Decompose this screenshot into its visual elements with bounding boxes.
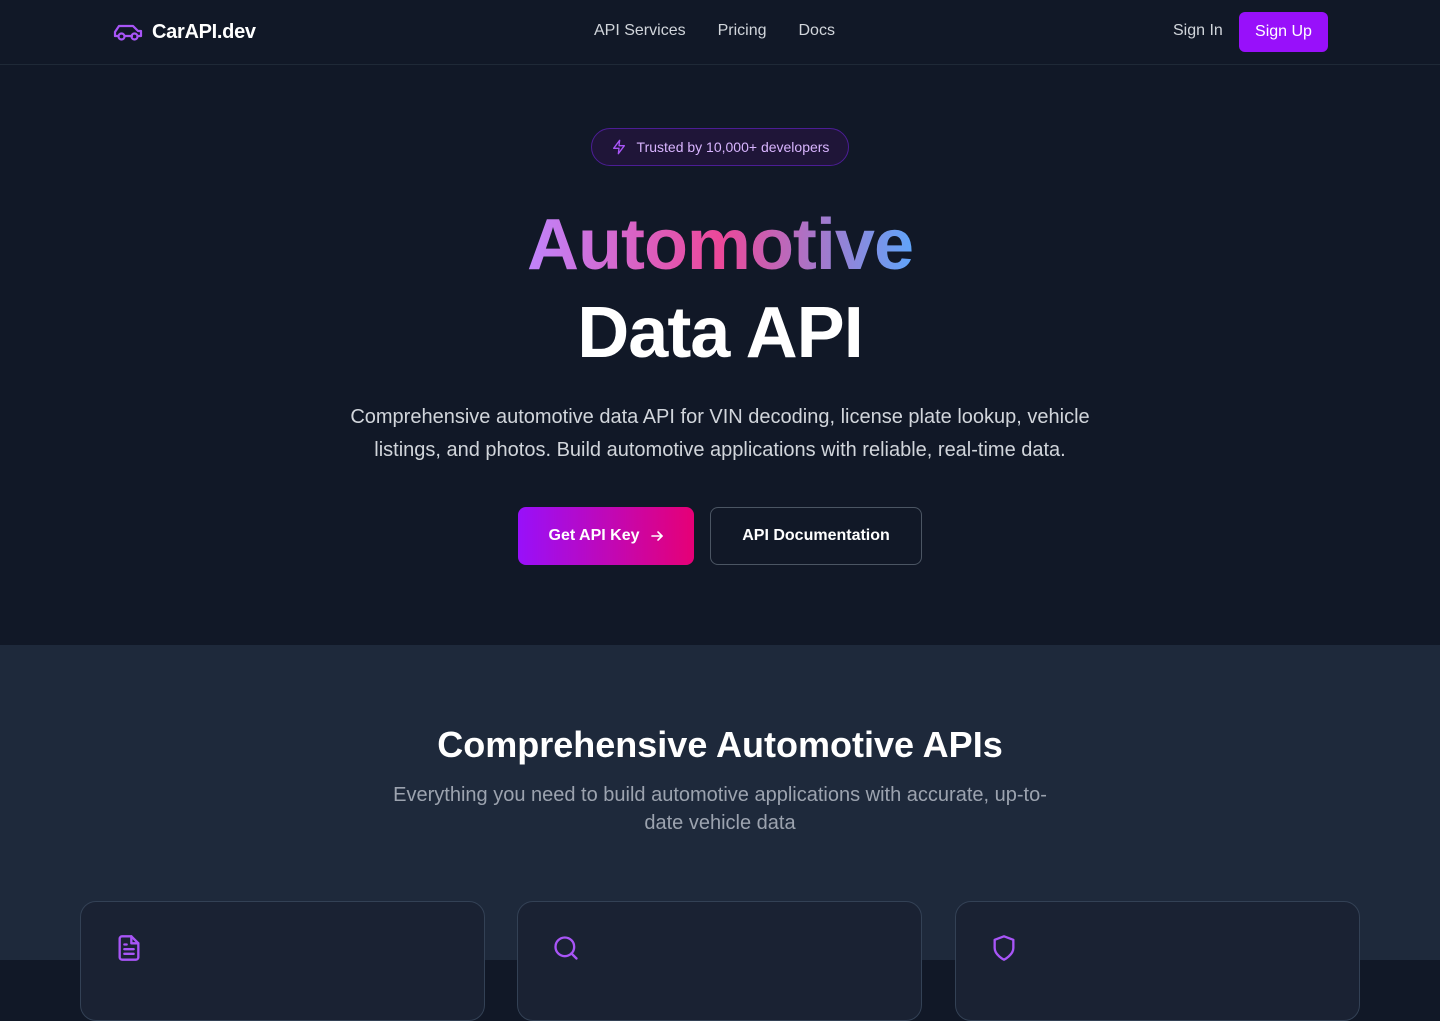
document-icon <box>115 934 143 962</box>
nav-link-docs[interactable]: Docs <box>799 22 835 40</box>
nav-links: API Services Pricing Docs <box>594 22 835 40</box>
get-api-key-button[interactable]: Get API Key <box>518 507 694 565</box>
feature-card-document <box>80 901 485 1021</box>
features-section: Comprehensive Automotive APIs Everything… <box>0 645 1440 1021</box>
logo-link[interactable]: CarAPI.dev <box>112 18 256 46</box>
feature-card-shield <box>955 901 1360 1021</box>
car-icon <box>113 24 143 41</box>
hero-title-gradient-text: Automotive <box>527 205 914 285</box>
hero-title-plain: Data API <box>577 293 863 373</box>
nav-link-pricing[interactable]: Pricing <box>718 22 767 40</box>
hero-description: Comprehensive automotive data API for VI… <box>350 406 1090 461</box>
hero-title-gradient: Automotive <box>0 205 1440 285</box>
feature-card-search <box>517 901 922 1021</box>
features-title: Comprehensive Automotive APIs <box>437 724 1003 765</box>
hero-section: Trusted by 10,000+ developers Automotive… <box>0 65 1440 645</box>
arrow-right-icon <box>650 531 663 541</box>
shield-icon <box>990 934 1018 962</box>
get-api-key-label: Get API Key <box>548 527 640 544</box>
features-subtitle: Everything you need to build automotive … <box>393 784 1047 834</box>
api-documentation-button[interactable]: API Documentation <box>710 507 922 565</box>
trust-badge: Trusted by 10,000+ developers <box>591 128 849 166</box>
badge-text: Trusted by 10,000+ developers <box>636 139 830 155</box>
nav-link-api-services[interactable]: API Services <box>594 22 686 40</box>
sign-up-button[interactable]: Sign Up <box>1239 12 1328 52</box>
navbar: CarAPI.dev API Services Pricing Docs Sig… <box>0 0 1440 65</box>
sign-in-link[interactable]: Sign In <box>1173 22 1223 40</box>
search-icon <box>552 934 580 962</box>
lightning-icon <box>612 139 625 155</box>
brand-name: CarAPI.dev <box>152 20 256 43</box>
